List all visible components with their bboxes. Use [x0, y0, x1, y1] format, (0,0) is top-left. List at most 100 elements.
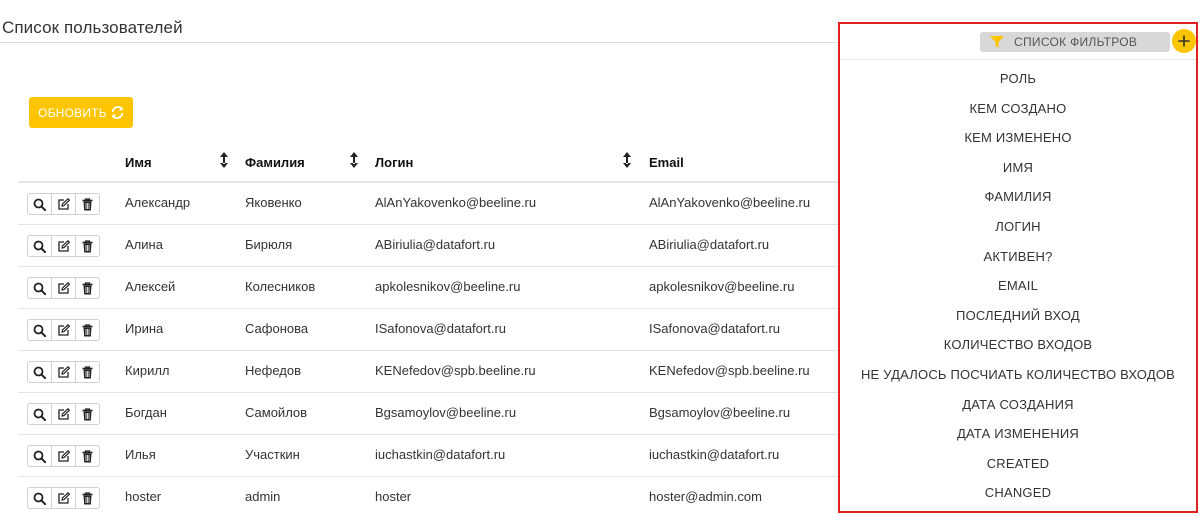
trash-row-button[interactable] — [76, 278, 99, 298]
search-row-button[interactable] — [28, 320, 52, 340]
edit-icon — [58, 239, 70, 252]
cell-login: ABiriulia@datafort.ru — [375, 237, 496, 252]
search-icon — [33, 324, 46, 337]
cell-last-name: Колесников — [245, 279, 316, 294]
filter-option[interactable]: CHANGED — [840, 478, 1196, 508]
refresh-icon — [111, 106, 123, 119]
search-icon — [33, 408, 46, 421]
filter-option[interactable]: ЛОГИН — [840, 212, 1196, 242]
cell-email: apkolesnikov@beeline.ru — [649, 279, 795, 294]
filter-panel-header: СПИСОК ФИЛЬТРОВ — [840, 24, 1196, 60]
edit-row-button[interactable] — [52, 362, 76, 382]
sort-icon[interactable] — [622, 151, 632, 169]
column-header-first-name[interactable]: Имя — [125, 155, 152, 170]
cell-email: ABiriulia@datafort.ru — [649, 237, 770, 252]
filter-option[interactable]: ДАТА ИЗМЕНЕНИЯ — [840, 419, 1196, 449]
trash-icon — [82, 449, 93, 462]
search-icon — [33, 198, 46, 211]
search-row-button[interactable] — [28, 446, 52, 466]
row-actions — [27, 319, 100, 341]
filter-option[interactable]: НЕ УДАЛОСЬ ПОСЧИАТЬ КОЛИЧЕСТВО ВХОДОВ — [840, 360, 1196, 390]
edit-row-button[interactable] — [52, 446, 76, 466]
cell-first-name: Алексей — [125, 279, 176, 294]
edit-icon — [58, 491, 70, 504]
filter-option[interactable]: КОЛИЧЕСТВО ВХОДОВ — [840, 330, 1196, 360]
edit-icon — [58, 281, 70, 294]
plus-icon — [1178, 35, 1190, 47]
search-row-button[interactable] — [28, 278, 52, 298]
cell-first-name: Кирилл — [125, 363, 170, 378]
filter-option[interactable]: РОЛЬ — [840, 64, 1196, 94]
trash-icon — [82, 407, 93, 420]
cell-email: Bgsamoylov@beeline.ru — [649, 405, 791, 420]
users-table: Имя Фамилия Логин Email Александр Яковенк… — [18, 145, 840, 516]
row-actions — [27, 487, 100, 509]
cell-last-name: admin — [245, 489, 281, 504]
column-header-last-name[interactable]: Фамилия — [245, 155, 305, 170]
title-divider — [0, 42, 840, 43]
table-row: Ирина Сафонова ISafonova@datafort.ru ISafon… — [18, 309, 840, 351]
filter-icon — [990, 36, 1004, 48]
table-row: Богдан Самойлов Bgsamoylov@beeline.ru Bgsam… — [18, 393, 840, 435]
filter-option[interactable]: ДАТА СОЗДАНИЯ — [840, 390, 1196, 420]
filter-option[interactable]: ПОСЛЕДНИЙ ВХОД — [840, 301, 1196, 331]
trash-row-button[interactable] — [76, 362, 99, 382]
trash-icon — [82, 491, 93, 504]
cell-login: ISafonova@datafort.ru — [375, 321, 506, 336]
edit-row-button[interactable] — [52, 488, 76, 508]
page-title: Список пользователей — [2, 18, 183, 37]
column-header-email[interactable]: Email — [649, 155, 684, 170]
cell-login: AlAnYakovenko@beeline.ru — [375, 195, 537, 210]
cell-email: iuchastkin@datafort.ru — [649, 447, 780, 462]
trash-icon — [82, 281, 93, 294]
filter-option[interactable]: КЕМ СОЗДАНО — [840, 94, 1196, 124]
filter-list-chip[interactable]: СПИСОК ФИЛЬТРОВ — [980, 32, 1170, 52]
edit-row-button[interactable] — [52, 404, 76, 424]
row-actions — [27, 235, 100, 257]
cell-first-name: Илья — [125, 447, 156, 462]
add-filter-button[interactable] — [1172, 29, 1196, 53]
cell-first-name: Алина — [125, 237, 163, 252]
cell-first-name: Богдан — [125, 405, 167, 420]
row-actions — [27, 361, 100, 383]
trash-row-button[interactable] — [76, 488, 99, 508]
row-actions — [27, 403, 100, 425]
trash-row-button[interactable] — [76, 236, 99, 256]
cell-email: KENefedov@spb.beeline.ru — [649, 363, 810, 378]
search-icon — [33, 366, 46, 379]
filter-option[interactable]: АКТИВЕН? — [840, 242, 1196, 272]
filter-option[interactable]: ИМЯ — [840, 153, 1196, 183]
trash-row-button[interactable] — [76, 194, 99, 214]
search-icon — [33, 450, 46, 463]
cell-email: ISafonova@datafort.ru — [649, 321, 780, 336]
search-row-button[interactable] — [28, 194, 52, 214]
edit-row-button[interactable] — [52, 320, 76, 340]
edit-row-button[interactable] — [52, 194, 76, 214]
refresh-button[interactable]: ОБНОВИТЬ — [29, 97, 133, 128]
trash-row-button[interactable] — [76, 404, 99, 424]
cell-email: AlAnYakovenko@beeline.ru — [649, 195, 811, 210]
sort-icon[interactable] — [219, 151, 229, 169]
filter-option[interactable]: КЕМ ИЗМЕНЕНО — [840, 123, 1196, 153]
search-row-button[interactable] — [28, 404, 52, 424]
edit-icon — [58, 407, 70, 420]
filter-option[interactable]: ФАМИЛИЯ — [840, 182, 1196, 212]
edit-row-button[interactable] — [52, 278, 76, 298]
search-row-button[interactable] — [28, 236, 52, 256]
search-row-button[interactable] — [28, 488, 52, 508]
sort-icon[interactable] — [349, 151, 359, 169]
cell-first-name: hoster — [125, 489, 162, 504]
edit-icon — [58, 197, 70, 210]
filter-option[interactable]: CREATED — [840, 449, 1196, 479]
edit-row-button[interactable] — [52, 236, 76, 256]
trash-row-button[interactable] — [76, 320, 99, 340]
cell-last-name: Нефедов — [245, 363, 301, 378]
cell-last-name: Сафонова — [245, 321, 309, 336]
column-header-login[interactable]: Логин — [375, 155, 413, 170]
cell-login: hoster — [375, 489, 412, 504]
search-row-button[interactable] — [28, 362, 52, 382]
trash-icon — [82, 323, 93, 336]
trash-row-button[interactable] — [76, 446, 99, 466]
filter-option[interactable]: EMAIL — [840, 271, 1196, 301]
trash-icon — [82, 239, 93, 252]
